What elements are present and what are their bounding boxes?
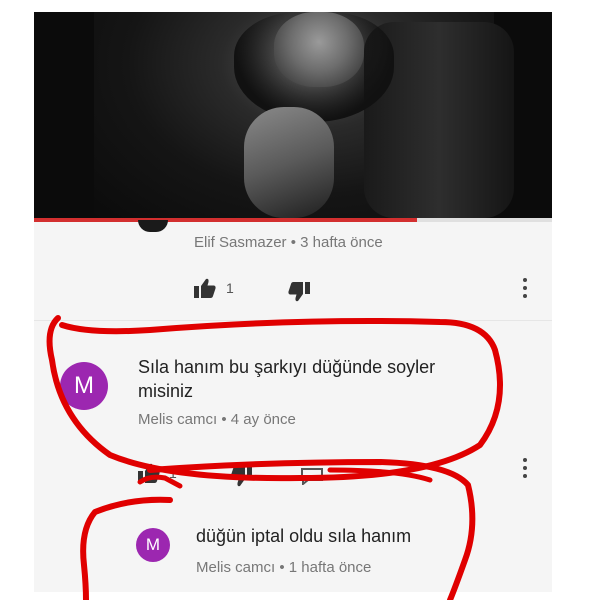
comment-author[interactable]: Melis camcı [138,411,217,428]
comment-text: düğün iptal oldu sıla hanım [196,526,412,546]
comment-author[interactable]: Melis camcı [196,559,275,576]
thumbs-up-icon[interactable] [138,463,160,483]
like-count: 1 [169,465,177,481]
more-vert-icon[interactable] [523,278,527,302]
video-progress-fill [34,218,418,222]
meta-separator: • [279,559,285,576]
like-count: 1 [226,280,234,296]
comment-time: 1 hafta önce [288,559,372,576]
thumbs-down-icon[interactable] [288,282,310,302]
comment-time: 4 ay önce [230,411,296,428]
comment-author[interactable]: Elif Sasmazer [194,234,287,251]
thumbs-down-icon[interactable] [230,467,252,487]
avatar[interactable]: M [136,528,170,562]
comment-meta: Melis camcı • 4 ay önce [138,411,296,428]
meta-separator: • [221,411,227,428]
comment-time: 3 hafta önce [300,234,383,251]
thumbnail-face [274,12,364,87]
comment-meta: Melis camcı • 1 hafta önce [196,559,371,576]
comment-meta: Elif Sasmazer • 3 hafta önce [194,234,383,251]
divider [34,320,552,321]
previous-comment-avatar[interactable] [138,220,168,232]
video-player[interactable] [34,12,552,218]
thumbnail-arm [244,107,334,218]
meta-separator: • [290,234,296,251]
avatar[interactable]: M [60,362,108,410]
comments-panel: Elif Sasmazer • 3 hafta önce 1 M Sıla ha… [34,12,552,592]
thumbs-up-icon[interactable] [194,278,216,298]
video-progress-bar[interactable] [34,218,552,222]
comment-text: Sıla hanım bu şarkıyı düğünde soyler mis… [138,357,436,401]
reply-icon[interactable] [300,467,324,485]
more-vert-icon[interactable] [523,458,527,482]
